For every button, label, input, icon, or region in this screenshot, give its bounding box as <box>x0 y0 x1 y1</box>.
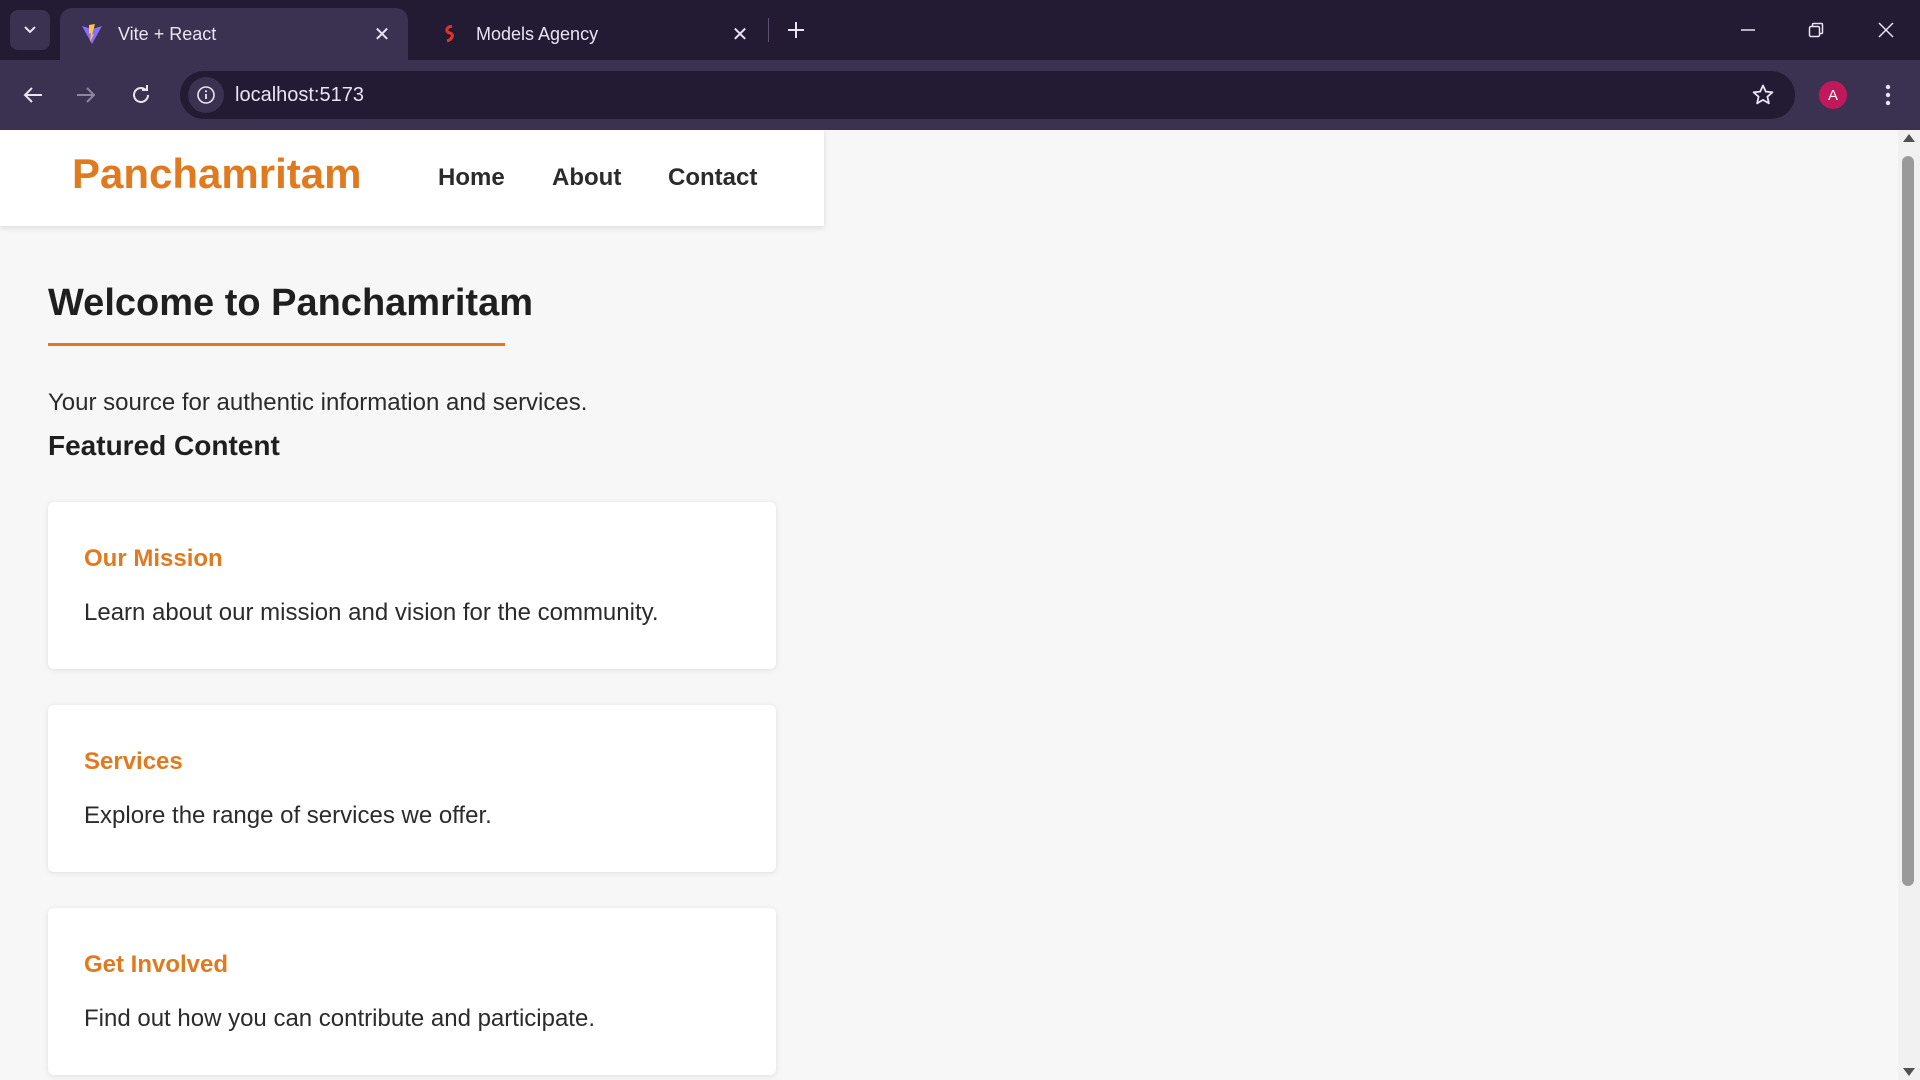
browser-menu-button[interactable] <box>1870 75 1906 115</box>
tab-title: Models Agency <box>476 23 599 44</box>
scrollbar-thumb[interactable] <box>1902 156 1914 886</box>
card-get-involved[interactable]: Get Involved Find out how you can contri… <box>48 908 776 1075</box>
site-info-icon[interactable] <box>188 77 224 113</box>
card-title: Get Involved <box>84 951 229 978</box>
bookmark-star-icon[interactable] <box>1751 83 1775 107</box>
card-title: Services <box>84 748 183 775</box>
card-our-mission[interactable]: Our Mission Learn about our mission and … <box>48 502 776 669</box>
address-bar[interactable]: localhost:5173 <box>180 71 1795 119</box>
back-button[interactable] <box>13 75 53 115</box>
card-text: Find out how you can contribute and part… <box>84 1005 595 1032</box>
arrow-right-icon <box>77 87 96 103</box>
nav-link-home[interactable]: Home <box>438 164 505 192</box>
featured-heading: Featured Content <box>48 430 280 461</box>
tab-models-agency[interactable]: Models Agency ✕ <box>418 8 766 60</box>
card-services[interactable]: Services Explore the range of services w… <box>48 705 776 872</box>
close-tab-icon[interactable]: ✕ <box>368 20 396 48</box>
close-window-button[interactable] <box>1852 0 1920 60</box>
tab-separator <box>768 18 769 42</box>
browser-toolbar: localhost:5173 A <box>0 60 1920 130</box>
scroll-up-arrow-icon[interactable] <box>1903 134 1915 142</box>
close-tab-icon[interactable]: ✕ <box>726 20 754 48</box>
new-tab-button[interactable] <box>778 12 814 48</box>
reload-icon <box>133 85 149 103</box>
arrow-left-icon <box>23 87 42 103</box>
profile-avatar[interactable]: A <box>1819 81 1847 109</box>
forward-button[interactable] <box>66 75 106 115</box>
chevron-down-icon <box>24 26 36 34</box>
reload-button[interactable] <box>121 75 161 115</box>
browser-tab-bar: Vite + React ✕ Models Agency ✕ <box>0 0 1920 60</box>
page-title: Welcome to Panchamritam <box>48 282 534 324</box>
minimize-button[interactable] <box>1714 0 1782 60</box>
more-vertical-icon <box>1885 84 1891 106</box>
tab-vite-react[interactable]: Vite + React ✕ <box>60 8 408 60</box>
scroll-down-arrow-icon[interactable] <box>1903 1068 1915 1076</box>
vite-logo-icon <box>80 22 104 46</box>
page-viewport: Panchamritam Home About Contact Welcome … <box>0 130 1898 1080</box>
close-icon <box>1878 22 1894 38</box>
site-header: Panchamritam Home About Contact <box>0 130 824 226</box>
restore-icon <box>1808 22 1824 38</box>
card-text: Learn about our mission and vision for t… <box>84 599 659 626</box>
nav-link-contact[interactable]: Contact <box>668 164 757 192</box>
site-logo[interactable]: Panchamritam <box>72 150 361 198</box>
url-text: localhost:5173 <box>235 84 364 106</box>
tagline: Your source for authentic information an… <box>48 389 588 416</box>
card-title: Our Mission <box>84 545 223 572</box>
models-agency-logo-icon <box>438 22 462 46</box>
tab-title: Vite + React <box>118 23 217 44</box>
minimize-icon <box>1741 29 1755 31</box>
nav-link-about[interactable]: About <box>552 164 621 192</box>
tab-search-button[interactable] <box>10 10 50 50</box>
vertical-scrollbar[interactable] <box>1898 130 1920 1080</box>
card-text: Explore the range of services we offer. <box>84 802 492 829</box>
plus-icon <box>788 22 804 38</box>
title-underline <box>48 343 505 346</box>
restore-button[interactable] <box>1782 0 1850 60</box>
